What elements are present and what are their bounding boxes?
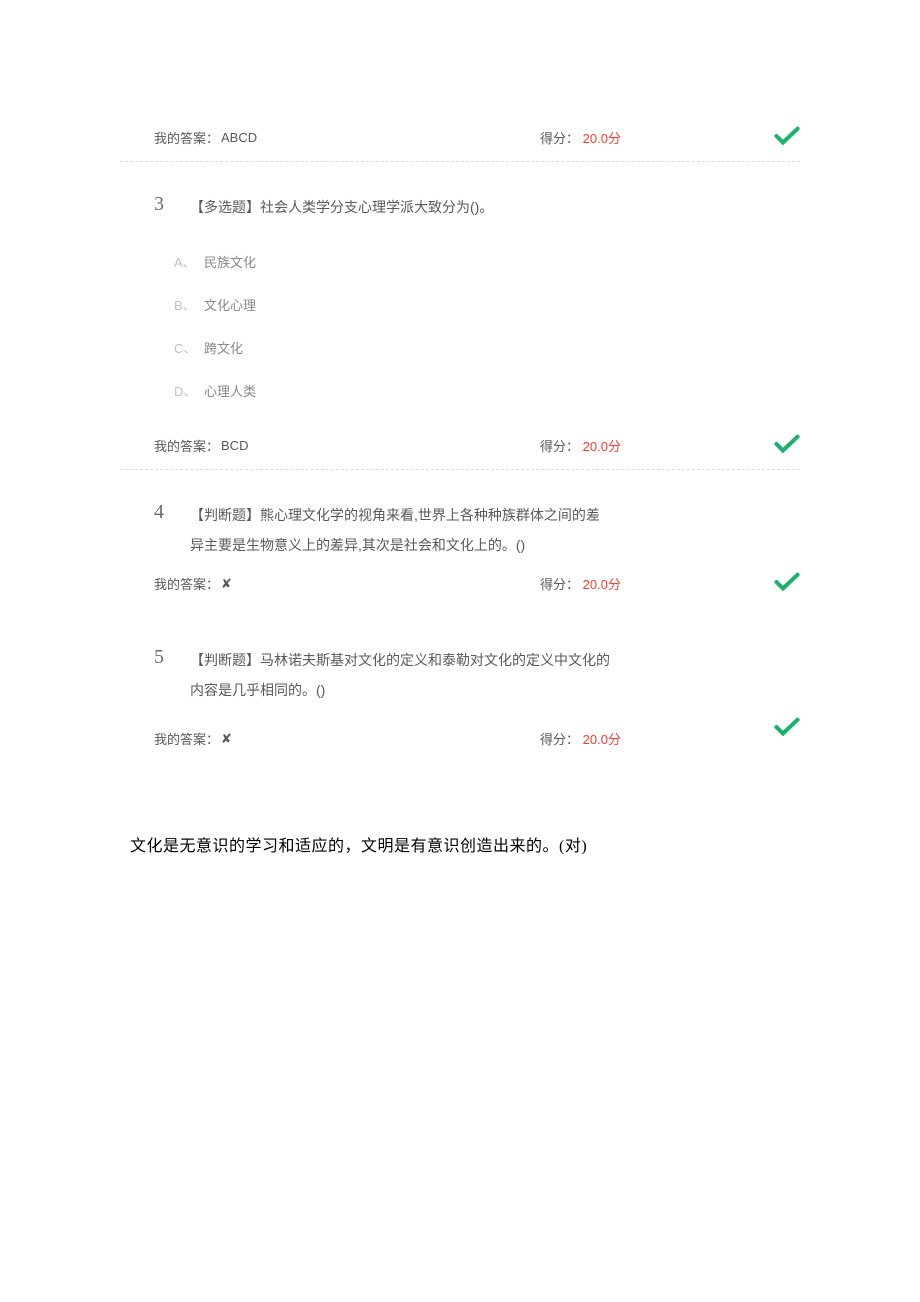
checkmark-icon <box>774 715 800 739</box>
score-value: 20.0 <box>583 439 608 454</box>
question-head: 4 【判断题】熊心理文化学的视角来看,世界上各种种族群体之间的差异主要是生物意义… <box>120 500 800 560</box>
question-number: 3 <box>154 192 170 216</box>
score-value: 20.0 <box>583 131 608 146</box>
answer-row-q3: 我的答案： BCD 得分： 20.0分 <box>120 428 800 470</box>
option-text: 跨文化 <box>204 338 243 357</box>
my-answer-label: 我的答案： <box>154 128 219 147</box>
my-answer-value: ✘ <box>221 731 232 747</box>
question-text: 【多选题】社会人类学分支心理学派大致分为()。 <box>190 192 493 222</box>
my-answer-label: 我的答案： <box>154 436 219 455</box>
option-letter: D、 <box>174 381 204 400</box>
page-root: 我的答案： ABCD 得分： 20.0分 3 【多选题】社会人类学分支心理学派大… <box>0 0 920 1302</box>
score-label: 得分： <box>540 732 579 747</box>
options-list: A、 民族文化 B、 文化心理 C、 跨文化 D、 心理人类 <box>120 222 800 422</box>
question-head: 5 【判断题】马林诺夫斯基对文化的定义和泰勒对文化的定义中文化的内容是几乎相同的… <box>120 645 800 705</box>
option-letter: A、 <box>174 252 204 271</box>
my-answer-value: ABCD <box>221 130 257 145</box>
checkmark-icon <box>774 570 800 594</box>
option-text: 心理人类 <box>204 381 256 400</box>
score-label: 得分： <box>540 439 579 454</box>
checkmark-icon <box>774 432 800 456</box>
option-letter: B、 <box>174 295 204 314</box>
score-value: 20.0 <box>583 577 608 592</box>
my-answer-label: 我的答案： <box>154 574 219 593</box>
my-answer-label: 我的答案： <box>154 729 219 748</box>
option-d: D、 心理人类 <box>174 369 800 412</box>
score-unit: 分 <box>608 577 621 592</box>
option-c: C、 跨文化 <box>174 326 800 369</box>
answer-row-q4: 我的答案： ✘ 得分： 20.0分 <box>120 566 800 597</box>
question-number: 5 <box>154 645 170 669</box>
score-wrap: 得分： 20.0分 <box>540 436 621 455</box>
question-5: 5 【判断题】马林诺夫斯基对文化的定义和泰勒对文化的定义中文化的内容是几乎相同的… <box>120 597 800 711</box>
option-text: 民族文化 <box>204 252 256 271</box>
answer-row-q2: 我的答案： ABCD 得分： 20.0分 <box>120 120 800 162</box>
score-unit: 分 <box>608 131 621 146</box>
score-label: 得分： <box>540 577 579 592</box>
question-text: 【判断题】熊心理文化学的视角来看,世界上各种种族群体之间的差异主要是生物意义上的… <box>190 500 610 560</box>
question-head: 3 【多选题】社会人类学分支心理学派大致分为()。 <box>120 192 800 222</box>
footer-statement: 文化是无意识的学习和适应的，文明是有意识创造出来的。(对) <box>120 762 800 856</box>
answer-row-q5: 我的答案： ✘ 得分： 20.0分 <box>120 711 800 762</box>
question-text: 【判断题】马林诺夫斯基对文化的定义和泰勒对文化的定义中文化的内容是几乎相同的。(… <box>190 645 610 705</box>
score-wrap: 得分： 20.0分 <box>540 574 621 593</box>
option-a: A、 民族文化 <box>174 240 800 283</box>
option-b: B、 文化心理 <box>174 283 800 326</box>
score-unit: 分 <box>608 732 621 747</box>
checkmark-icon <box>774 124 800 148</box>
option-text: 文化心理 <box>204 295 256 314</box>
question-4: 4 【判断题】熊心理文化学的视角来看,世界上各种种族群体之间的差异主要是生物意义… <box>120 470 800 566</box>
score-label: 得分： <box>540 131 579 146</box>
question-number: 4 <box>154 500 170 524</box>
score-unit: 分 <box>608 439 621 454</box>
my-answer-value: BCD <box>221 438 248 453</box>
score-wrap: 得分： 20.0分 <box>540 729 621 748</box>
my-answer-value: ✘ <box>221 576 232 592</box>
question-3: 3 【多选题】社会人类学分支心理学派大致分为()。 A、 民族文化 B、 文化心… <box>120 162 800 428</box>
score-value: 20.0 <box>583 732 608 747</box>
option-letter: C、 <box>174 338 204 357</box>
score-wrap: 得分： 20.0分 <box>540 128 621 147</box>
